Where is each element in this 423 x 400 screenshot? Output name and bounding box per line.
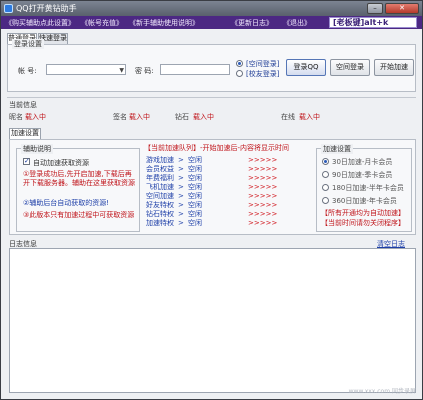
help-note-2: ②辅助后台自动获取的资源! bbox=[23, 199, 110, 207]
queue-row-arrows: >>>>> bbox=[248, 165, 278, 173]
app-window: QQ打开黄钻助手 – ✕ 《购买辅助点此设置》 《帐号充值》 《新手辅助使用说明… bbox=[0, 0, 423, 400]
queue-row-arrows: >>>>> bbox=[248, 156, 278, 164]
queue-row-status: 空闲 bbox=[188, 201, 202, 209]
menu-item-recharge[interactable]: 《帐号充值》 bbox=[81, 18, 123, 28]
radio-alumni-login[interactable] bbox=[236, 70, 243, 77]
queue-row-name: 飞机加速 bbox=[146, 183, 174, 191]
queue-arrows-column: >>>>> >>>>> >>>>> >>>>> >>>>> >>>>> >>>>… bbox=[248, 156, 277, 228]
plan-option-90: 90日加速-季卡会员 bbox=[332, 171, 393, 179]
login-qq-button[interactable]: 登录QQ bbox=[286, 59, 326, 76]
help-note-1: ①登录成功后,先开启加速,下载后再开下载服务器。辅助在这里获取资源 bbox=[23, 170, 135, 187]
plan-note-1: 【所有开通均为自动加速】 bbox=[321, 209, 405, 217]
help-group: 辅助说明 ✓ 自动加速获取资源 ①登录成功后,先开启加速,下载后再开下载服务器。… bbox=[16, 144, 140, 232]
queue-name-column: 游戏加速 会员权益 年费福利 飞机加速 空间加速 好友特权 钻石特权 加速特权 bbox=[146, 156, 174, 228]
plan-group: 加速设置 30日加速-月卡会员 90日加速-季卡会员 180日加速-半年卡会员 … bbox=[316, 144, 412, 232]
queue-row-status: 空闲 bbox=[188, 192, 202, 200]
boss-key-hotkey: [老板键]alt+k bbox=[329, 17, 417, 28]
start-accelerate-button[interactable]: 开始加速 bbox=[374, 59, 414, 76]
password-field[interactable] bbox=[160, 64, 230, 75]
chevron-down-icon: ▼ bbox=[119, 67, 124, 74]
radio-space-login-label: [空间登录] bbox=[246, 60, 280, 68]
status-row: 昵名 载入中 签名 载入中 钻石 载入中 在线 载入中 bbox=[9, 112, 414, 122]
menu-item-guide[interactable]: 《新手辅助使用说明》 bbox=[129, 18, 199, 28]
window-title: QQ打开黄钻助手 bbox=[16, 4, 77, 13]
diamond-label: 钻石 bbox=[175, 113, 189, 121]
queue-row-name: 游戏加速 bbox=[146, 156, 174, 164]
signature-value: 载入中 bbox=[129, 113, 150, 121]
login-group-title: 登录设置 bbox=[12, 39, 44, 49]
queue-row-status: 空闲 bbox=[188, 210, 202, 218]
menu-bar: 《购买辅助点此设置》 《帐号充值》 《新手辅助使用说明》 《更新日志》 《退出》… bbox=[1, 16, 422, 29]
plan-option-30: 30日加速-月卡会员 bbox=[332, 158, 393, 166]
auto-accelerate-label: 自动加速获取资源 bbox=[33, 159, 89, 167]
queue-row-name: 会员权益 bbox=[146, 165, 174, 173]
accelerate-panel: 辅助说明 ✓ 自动加速获取资源 ①登录成功后,先开启加速,下载后再开下载服务器。… bbox=[9, 139, 416, 235]
queue-status-column: 空闲 空闲 空闲 空闲 空闲 空闲 空闲 空闲 bbox=[188, 156, 202, 228]
online-value: 载入中 bbox=[299, 113, 320, 121]
password-label: 密 码: bbox=[135, 67, 154, 75]
signature-label: 签名 bbox=[113, 113, 127, 121]
radio-space-login[interactable] bbox=[236, 60, 243, 67]
plan-radio-90[interactable] bbox=[322, 171, 329, 178]
queue-row-status: 空闲 bbox=[188, 156, 202, 164]
queue-row-arrows: >>>>> bbox=[248, 219, 278, 227]
queue-row-arrows: >>>>> bbox=[248, 174, 278, 182]
queue-row-name: 年费福利 bbox=[146, 174, 174, 182]
diamond-value: 载入中 bbox=[193, 113, 214, 121]
queue-row-status: 空闲 bbox=[188, 183, 202, 191]
auto-accelerate-checkbox[interactable]: ✓ bbox=[23, 158, 30, 165]
plan-radio-30[interactable] bbox=[322, 158, 329, 165]
help-note-3: ③此版本只有加速过程中可获取资源 bbox=[23, 211, 135, 219]
queue-row-arrows: >>>>> bbox=[248, 210, 278, 218]
menu-item-buy[interactable]: 《购买辅助点此设置》 bbox=[5, 18, 75, 28]
menu-item-exit[interactable]: 《退出》 bbox=[283, 18, 311, 28]
help-group-title: 辅助说明 bbox=[21, 144, 53, 154]
queue-sep-column: > > > > > > > > bbox=[178, 156, 184, 227]
log-textarea[interactable] bbox=[9, 248, 416, 393]
plan-radio-180[interactable] bbox=[322, 184, 329, 191]
queue-row-name: 好友特权 bbox=[146, 201, 174, 209]
radio-alumni-login-label: [校友登录] bbox=[246, 70, 280, 78]
nickname-label: 昵名 bbox=[9, 113, 23, 121]
plan-group-title: 加速设置 bbox=[321, 144, 353, 154]
queue-row-arrows: >>>>> bbox=[248, 183, 278, 191]
watermark: www.xxx.com 同步录屏 bbox=[348, 388, 416, 395]
close-button[interactable]: ✕ bbox=[385, 3, 419, 14]
plan-radio-360[interactable] bbox=[322, 197, 329, 204]
online-label: 在线 bbox=[281, 113, 295, 121]
status-section-title: 当前信息 bbox=[9, 101, 37, 109]
queue-row-status: 空闲 bbox=[188, 174, 202, 182]
plan-option-180: 180日加速-半年卡会员 bbox=[332, 184, 404, 192]
menu-item-changelog[interactable]: 《更新日志》 bbox=[231, 18, 273, 28]
account-label: 帐 号: bbox=[18, 67, 37, 75]
queue-row-status: 空闲 bbox=[188, 219, 202, 227]
divider bbox=[7, 97, 416, 98]
queue-row-arrows: >>>>> bbox=[248, 192, 278, 200]
queue-row-arrows: >>>>> bbox=[248, 201, 278, 209]
queue-header: 【当前加速队列】-开始加速后-内容将显示时间 bbox=[144, 144, 290, 152]
queue-row-name: 空间加速 bbox=[146, 192, 174, 200]
title-bar: QQ打开黄钻助手 – ✕ bbox=[1, 1, 422, 16]
plan-option-360: 360日加速-年卡会员 bbox=[332, 197, 397, 205]
account-select[interactable]: ▼ bbox=[46, 64, 126, 75]
queue-panel: 【当前加速队列】-开始加速后-内容将显示时间 游戏加速 会员权益 年费福利 飞机… bbox=[144, 144, 314, 232]
plan-note-2: 【当前时间请勿关闭程序】 bbox=[321, 219, 405, 227]
queue-row-name: 钻石特权 bbox=[146, 210, 174, 218]
space-login-button[interactable]: 空间登录 bbox=[330, 59, 370, 76]
nickname-value: 载入中 bbox=[25, 113, 46, 121]
queue-row-status: 空闲 bbox=[188, 165, 202, 173]
minimize-button[interactable]: – bbox=[367, 3, 383, 14]
login-group: 登录设置 帐 号: ▼ 密 码: [空间登录] [校友登录] 登录QQ 空间登录… bbox=[7, 39, 416, 92]
queue-row-name: 加速特权 bbox=[146, 219, 174, 227]
app-logo-icon bbox=[4, 4, 13, 13]
